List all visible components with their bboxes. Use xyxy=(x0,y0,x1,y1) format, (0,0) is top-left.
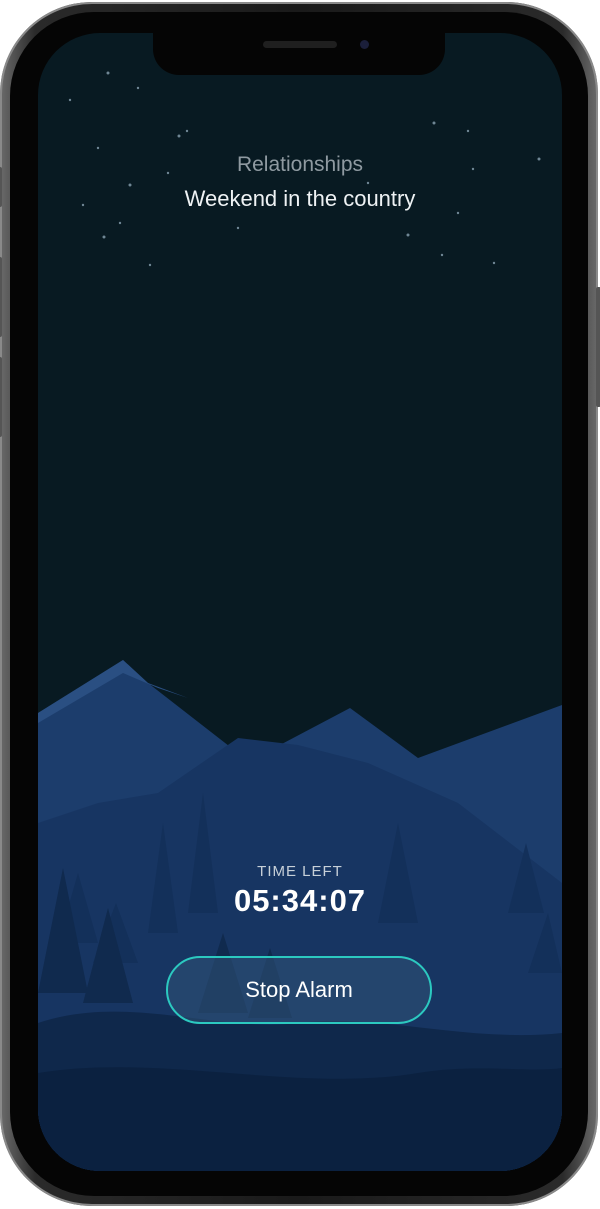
alarm-title: Weekend in the country xyxy=(184,186,416,211)
power-button xyxy=(596,287,600,407)
mute-switch xyxy=(0,167,2,207)
alarm-category: Relationships xyxy=(236,153,364,176)
front-camera-icon xyxy=(360,40,369,49)
volume-up-button xyxy=(0,257,2,337)
stop-alarm-label: Stop Alarm xyxy=(245,977,353,1002)
alarm-screen: Relationships Weekend in the country TIM… xyxy=(38,33,562,1171)
speaker-grille xyxy=(263,41,337,48)
notch xyxy=(153,31,445,75)
stop-alarm-button[interactable]: Stop Alarm xyxy=(166,956,432,1024)
ground-bottom xyxy=(38,1067,562,1171)
time-left-value: 05:34:07 xyxy=(233,883,367,918)
time-left-label: TIME LEFT xyxy=(257,863,343,880)
volume-down-button xyxy=(0,357,2,437)
